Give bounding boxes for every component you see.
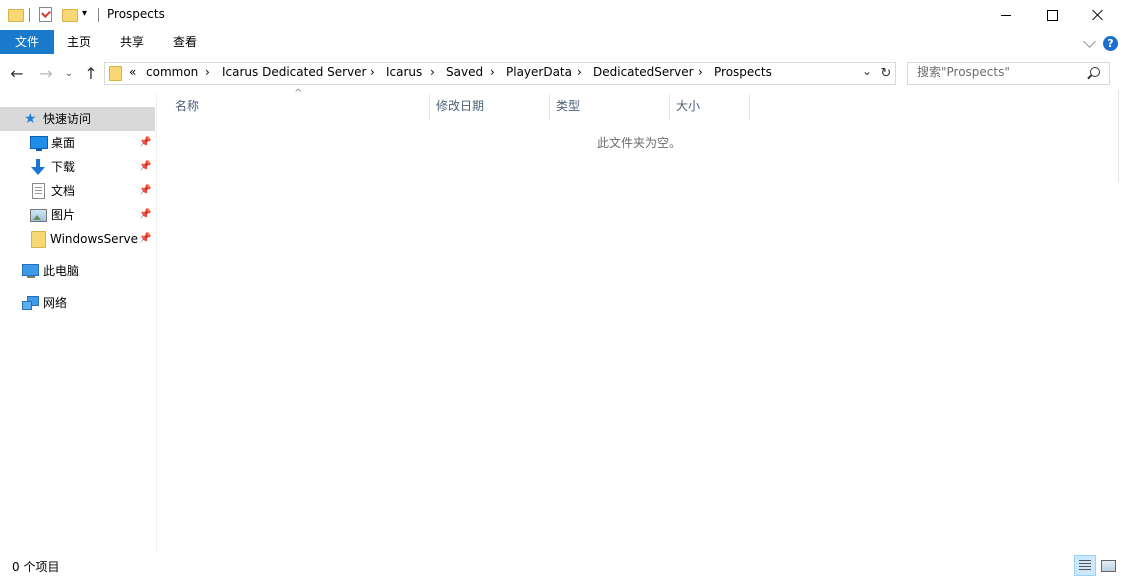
- sidebar-item-windowsserver[interactable]: WindowsServer 📌: [0, 227, 155, 251]
- pin-icon: 📌: [139, 161, 152, 172]
- new-folder-icon[interactable]: [62, 9, 78, 22]
- column-separator[interactable]: [669, 94, 670, 120]
- column-header-name[interactable]: 名称: [175, 94, 429, 118]
- tab-file[interactable]: 文件: [0, 30, 54, 54]
- download-icon: [31, 159, 45, 175]
- pin-icon: 📌: [139, 233, 152, 244]
- breadcrumb-separator[interactable]: ›: [370, 62, 375, 83]
- breadcrumb-separator[interactable]: ›: [430, 62, 435, 83]
- scrollbar-track[interactable]: [1118, 90, 1123, 182]
- search-placeholder: 搜索"Prospects": [917, 65, 1010, 79]
- breadcrumb-common[interactable]: common: [146, 62, 198, 83]
- breadcrumb-separator[interactable]: ›: [577, 62, 582, 83]
- empty-folder-message: 此文件夹为空。: [597, 136, 682, 150]
- close-button[interactable]: [1075, 0, 1121, 30]
- breadcrumb-playerdata[interactable]: PlayerData: [506, 62, 572, 83]
- desktop-icon: [30, 136, 48, 151]
- documents-icon: [32, 183, 45, 199]
- maximize-button[interactable]: [1029, 0, 1075, 30]
- sidebar-item-label: 网络: [43, 296, 68, 310]
- sidebar-item-quick-access[interactable]: ★ 快速访问: [0, 107, 155, 131]
- folder-icon: [8, 9, 24, 22]
- breadcrumb-separator[interactable]: ›: [490, 62, 495, 83]
- status-bar: [0, 553, 1123, 578]
- minimize-button[interactable]: [983, 0, 1029, 30]
- forward-arrow-icon[interactable]: →: [37, 63, 55, 83]
- pane-divider[interactable]: [156, 92, 157, 552]
- title-separator: [98, 8, 99, 22]
- large-icons-view-icon: [1101, 560, 1116, 572]
- sidebar-item-downloads[interactable]: 下载 📌: [0, 155, 155, 179]
- sidebar-item-documents[interactable]: 文档 📌: [0, 179, 155, 203]
- breadcrumb-separator[interactable]: ›: [698, 62, 703, 83]
- column-header-date-modified[interactable]: 修改日期: [436, 94, 549, 118]
- network-icon: [22, 296, 39, 310]
- address-history-dropdown-icon[interactable]: ⌄: [862, 64, 872, 78]
- sidebar-item-label: 图片: [51, 208, 76, 222]
- sidebar-item-label: 文档: [51, 184, 76, 198]
- folder-icon: [31, 231, 46, 248]
- sidebar-item-label: 快速访问: [43, 112, 92, 126]
- pictures-icon: [30, 209, 47, 222]
- column-separator[interactable]: [429, 94, 430, 120]
- sidebar-item-network[interactable]: 网络: [0, 291, 155, 315]
- pin-icon: 📌: [139, 209, 152, 220]
- quick-access-separator: [29, 8, 30, 22]
- back-arrow-icon[interactable]: ←: [8, 63, 26, 83]
- sidebar-item-label: WindowsServer: [50, 232, 138, 246]
- sidebar-item-label: 下载: [51, 160, 76, 174]
- tab-view[interactable]: 查看: [160, 31, 210, 54]
- breadcrumb-dedicatedserver[interactable]: DedicatedServer: [593, 62, 694, 83]
- up-arrow-icon[interactable]: ↑: [82, 63, 100, 83]
- help-icon[interactable]: ?: [1103, 36, 1118, 51]
- column-separator[interactable]: [549, 94, 550, 120]
- column-header-size[interactable]: 大小: [676, 94, 749, 118]
- pin-icon: 📌: [139, 185, 152, 196]
- maximize-icon: [1046, 9, 1058, 21]
- tab-home[interactable]: 主页: [54, 31, 104, 54]
- details-view-button[interactable]: [1074, 555, 1096, 576]
- large-icons-view-button[interactable]: [1097, 555, 1119, 576]
- breadcrumb-overflow[interactable]: «: [129, 62, 136, 83]
- close-icon: [1092, 9, 1104, 21]
- search-icon[interactable]: [1090, 67, 1100, 77]
- sidebar-item-label: 此电脑: [43, 264, 80, 278]
- computer-icon: [22, 264, 39, 278]
- star-icon: ★: [24, 111, 37, 127]
- breadcrumb-separator[interactable]: ›: [205, 62, 210, 83]
- tab-share[interactable]: 共享: [107, 31, 157, 54]
- refresh-icon[interactable]: ↻: [877, 62, 896, 85]
- item-count: 0 个项目: [12, 560, 60, 574]
- details-view-icon: [1079, 560, 1091, 571]
- address-folder-icon: [109, 66, 122, 81]
- breadcrumb-saved[interactable]: Saved: [446, 62, 483, 83]
- column-header-type[interactable]: 类型: [556, 94, 669, 118]
- sidebar-item-this-pc[interactable]: 此电脑: [0, 259, 155, 283]
- pin-icon: 📌: [139, 137, 152, 148]
- customize-toolbar-dropdown-icon[interactable]: ▾: [82, 8, 87, 19]
- sidebar-item-desktop[interactable]: 桌面 📌: [0, 131, 155, 155]
- recent-locations-icon[interactable]: ⌄: [62, 63, 76, 83]
- breadcrumb-prospects[interactable]: Prospects: [714, 62, 772, 83]
- minimize-icon: [1001, 14, 1011, 16]
- properties-icon[interactable]: [39, 7, 52, 22]
- title-bar: [0, 0, 1123, 30]
- sidebar-item-pictures[interactable]: 图片 📌: [0, 203, 155, 227]
- breadcrumb-icarus-dedicated-server[interactable]: Icarus Dedicated Server: [222, 62, 367, 83]
- column-separator[interactable]: [749, 94, 750, 120]
- window-title: Prospects: [107, 7, 165, 21]
- sidebar-item-label: 桌面: [51, 136, 76, 150]
- breadcrumb-icarus[interactable]: Icarus: [386, 62, 422, 83]
